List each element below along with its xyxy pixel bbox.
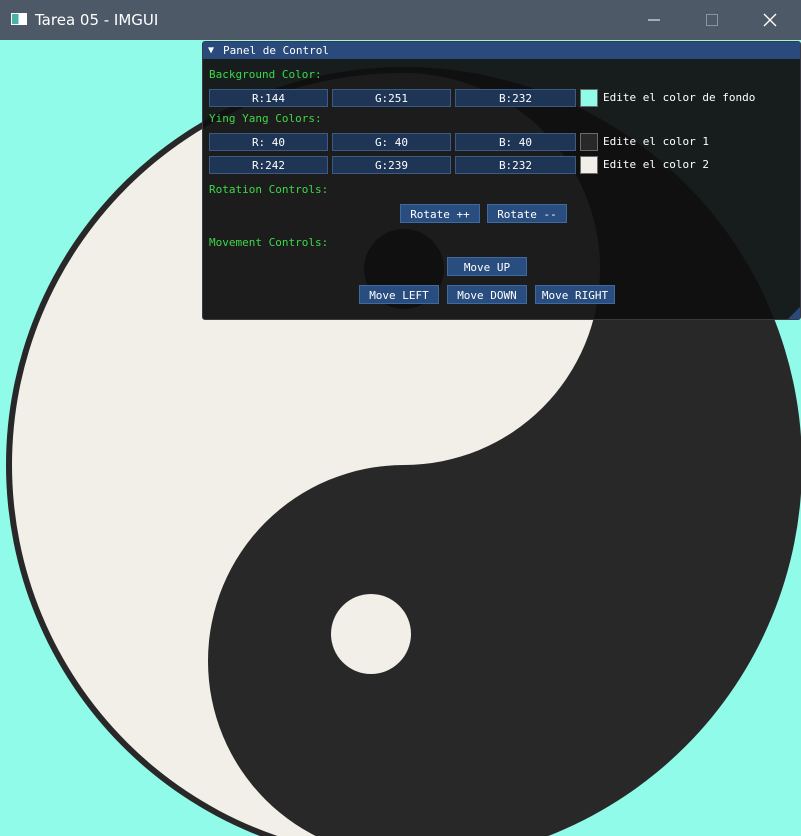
panel-title: Panel de Control [223,44,329,57]
movement-controls-label: Movement Controls: [209,236,329,249]
collapse-arrow-icon[interactable]: ▼ [208,42,214,59]
window-titlebar[interactable]: Tarea 05 - IMGUI [0,0,801,40]
maximize-button[interactable] [683,0,741,40]
panel-titlebar[interactable]: ▼ Panel de Control [203,42,800,59]
close-button[interactable] [741,0,799,40]
rotation-controls-label: Rotation Controls: [209,183,329,196]
background-b-field[interactable]: B:232 [455,89,576,107]
color1-b-field[interactable]: B: 40 [455,133,576,151]
rotate-plus-button[interactable]: Rotate ++ [400,204,480,223]
move-down-button[interactable]: Move DOWN [447,285,527,304]
move-left-button[interactable]: Move LEFT [359,285,439,304]
ying-yang-colors-label: Ying Yang Colors: [209,112,322,125]
window-title: Tarea 05 - IMGUI [35,11,159,29]
minimize-icon [648,19,660,21]
background-color-swatch[interactable] [580,89,598,107]
background-g-field[interactable]: G:251 [332,89,451,107]
color1-description: Edite el color 1 [603,135,709,148]
minimize-button[interactable] [625,0,683,40]
color2-swatch[interactable] [580,156,598,174]
color2-g-field[interactable]: G:239 [332,156,451,174]
color2-b-field[interactable]: B:232 [455,156,576,174]
yang-dot [331,594,411,674]
control-panel[interactable]: ▼ Panel de Control Background Color: R:1… [202,41,801,320]
move-right-button[interactable]: Move RIGHT [535,285,615,304]
move-up-button[interactable]: Move UP [447,257,527,276]
app-window-icon [11,13,27,25]
background-r-field[interactable]: R:144 [209,89,328,107]
maximize-icon [706,14,718,26]
color2-description: Edite el color 2 [603,158,709,171]
close-icon [763,13,777,27]
color2-r-field[interactable]: R:242 [209,156,328,174]
color1-swatch[interactable] [580,133,598,151]
rotate-minus-button[interactable]: Rotate -- [487,204,567,223]
color1-r-field[interactable]: R: 40 [209,133,328,151]
background-color-label: Background Color: [209,68,322,81]
background-color-description: Edite el color de fondo [603,91,756,104]
panel-resize-grip[interactable] [788,307,800,319]
color1-g-field[interactable]: G: 40 [332,133,451,151]
